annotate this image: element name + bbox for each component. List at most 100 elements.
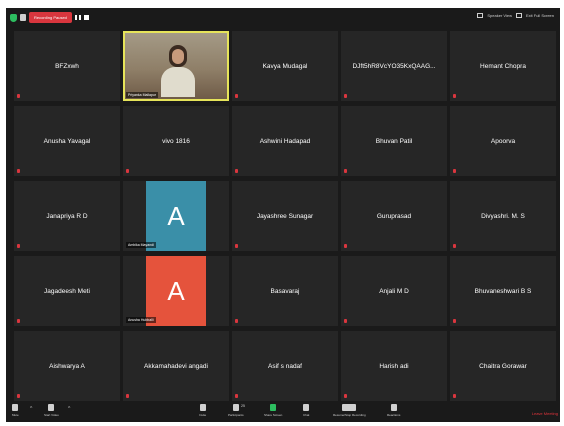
leave-meeting-button[interactable]: Leave Meeting xyxy=(532,411,558,416)
participant-name-tag: Anusha Hubballi xyxy=(126,317,156,323)
participant-name: Hemant Chopra xyxy=(480,62,526,70)
muted-mic-icon xyxy=(17,169,20,173)
video-options-chevron-icon[interactable]: ^ xyxy=(68,406,70,412)
avatar: A xyxy=(146,256,206,326)
participant-tile[interactable]: Divyashri. M. S xyxy=(450,181,556,251)
muted-mic-icon xyxy=(344,319,347,323)
participant-tile[interactable]: A Anusha Hubballi xyxy=(123,256,229,326)
participant-tile[interactable]: Guruprasad xyxy=(341,181,447,251)
participant-tile[interactable]: Janapriya R D xyxy=(14,181,120,251)
participant-tile[interactable]: Apoorva xyxy=(450,106,556,176)
participant-tile[interactable]: Jagadeesh Meti xyxy=(14,256,120,326)
reactions-button[interactable]: Reactions xyxy=(387,404,400,417)
top-bar-left: Recording Paused xyxy=(10,12,89,23)
muted-mic-icon xyxy=(235,394,238,398)
share-screen-button[interactable]: Share Screen xyxy=(264,404,282,417)
invite-button[interactable]: Invite xyxy=(199,404,206,417)
avatar-initial: A xyxy=(167,275,185,306)
record-label: Resume/Stop Recording xyxy=(333,413,366,417)
invite-label: Invite xyxy=(199,413,207,417)
muted-mic-icon xyxy=(453,244,456,248)
participants-icon xyxy=(232,404,239,411)
recording-status-badge: Recording Paused xyxy=(29,12,72,23)
add-person-icon xyxy=(199,404,206,411)
speaker-view-button[interactable]: Speaker View xyxy=(487,13,512,18)
record-controls-icon xyxy=(342,404,357,411)
participant-name: Kavya Mudagal xyxy=(262,62,308,70)
participant-name: vivo 1816 xyxy=(162,137,190,145)
muted-mic-icon xyxy=(344,94,347,98)
participant-name: Guruprasad xyxy=(376,212,412,220)
stop-icon[interactable] xyxy=(83,15,89,20)
muted-mic-icon xyxy=(235,244,238,248)
muted-mic-icon xyxy=(344,169,347,173)
participant-name: DJft5hR8VcYO35KxQAAG... xyxy=(352,62,436,70)
participant-name-tag: Priyanka Mallapur xyxy=(126,92,159,98)
participant-tile[interactable]: Jayashree Sunagar xyxy=(232,181,338,251)
mute-label: Mute xyxy=(12,413,19,417)
participant-name: Harish adi xyxy=(379,362,409,370)
participant-tile-active-speaker[interactable]: Priyanka Mallapur xyxy=(123,31,229,101)
audio-options-chevron-icon[interactable]: ^ xyxy=(30,406,32,412)
participant-tile[interactable]: Chaitra Gorawar xyxy=(450,331,556,401)
person-body xyxy=(161,67,195,97)
chat-button[interactable]: Chat xyxy=(303,404,309,417)
participant-name: Divyashri. M. S xyxy=(481,212,525,220)
mute-button[interactable]: Mute xyxy=(12,404,19,417)
participant-tile[interactable]: Bhuvan Patil xyxy=(341,106,447,176)
exit-full-screen-button[interactable]: Exit Full Screen xyxy=(526,13,554,18)
top-bar: Recording Paused Speaker View Exit Full … xyxy=(6,8,560,28)
resume-stop-recording-button[interactable]: Resume/Stop Recording xyxy=(333,404,366,417)
participant-tile[interactable]: Aishwarya A xyxy=(14,331,120,401)
participant-tile[interactable]: vivo 1816 xyxy=(123,106,229,176)
participant-name: Janapriya R D xyxy=(46,212,88,220)
muted-mic-icon xyxy=(453,169,456,173)
participant-name: Apoorva xyxy=(490,137,516,145)
participant-name: Jagadeesh Meti xyxy=(44,287,90,295)
muted-mic-icon xyxy=(453,319,456,323)
participant-tile[interactable]: Hemant Chopra xyxy=(450,31,556,101)
participants-count: 25 xyxy=(241,404,245,408)
muted-mic-icon xyxy=(17,244,20,248)
shield-icon[interactable] xyxy=(10,13,17,22)
participant-tile[interactable]: Bhuvaneshwari B S xyxy=(450,256,556,326)
participant-tile[interactable]: Akkamahadevi angadi xyxy=(123,331,229,401)
participant-tile[interactable]: Ashwini Hadapad xyxy=(232,106,338,176)
participant-name: Chaitra Gorawar xyxy=(479,362,527,370)
start-video-label: Start Video xyxy=(44,413,59,417)
muted-mic-icon xyxy=(235,169,238,173)
participant-name: Bhuvaneshwari B S xyxy=(474,287,532,295)
participant-name: Basavaraj xyxy=(270,287,300,295)
participant-tile[interactable]: DJft5hR8VcYO35KxQAAG... xyxy=(341,31,447,101)
participant-name: Ashwini Hadapad xyxy=(259,137,311,145)
muted-mic-icon xyxy=(235,94,238,98)
video-camera-icon xyxy=(48,404,55,411)
muted-mic-icon xyxy=(344,244,347,248)
participants-label: Participants xyxy=(228,413,244,417)
top-bar-right: Speaker View Exit Full Screen xyxy=(477,13,554,18)
participant-name: Aishwarya A xyxy=(49,362,85,370)
fullscreen-icon[interactable] xyxy=(515,13,522,18)
participant-tile[interactable]: Anjali M D xyxy=(341,256,447,326)
share-screen-icon xyxy=(270,404,277,411)
start-video-button[interactable]: Start Video xyxy=(44,404,59,417)
participant-name: Jayashree Sunagar xyxy=(256,212,314,220)
participant-tile[interactable]: A Ambika Mayandi xyxy=(123,181,229,251)
muted-mic-icon xyxy=(344,394,347,398)
participant-tile[interactable]: Basavaraj xyxy=(232,256,338,326)
muted-mic-icon xyxy=(126,394,129,398)
participant-tile[interactable]: Anusha Yavagal xyxy=(14,106,120,176)
participant-tile[interactable]: BFZxwh xyxy=(14,31,120,101)
lock-icon[interactable] xyxy=(20,14,26,21)
participant-tile[interactable]: Harish adi xyxy=(341,331,447,401)
grid-view-icon[interactable] xyxy=(477,13,484,18)
zoom-window: Recording Paused Speaker View Exit Full … xyxy=(6,8,560,422)
participant-tile[interactable]: Asif s nadaf xyxy=(232,331,338,401)
participant-tile[interactable]: Kavya Mudagal xyxy=(232,31,338,101)
participant-name: Akkamahadevi angadi xyxy=(144,362,208,370)
participant-name: BFZxwh xyxy=(55,62,79,70)
pause-icon[interactable] xyxy=(74,15,81,20)
muted-mic-icon xyxy=(126,169,129,173)
avatar-initial: A xyxy=(167,200,185,231)
muted-mic-icon xyxy=(17,394,20,398)
